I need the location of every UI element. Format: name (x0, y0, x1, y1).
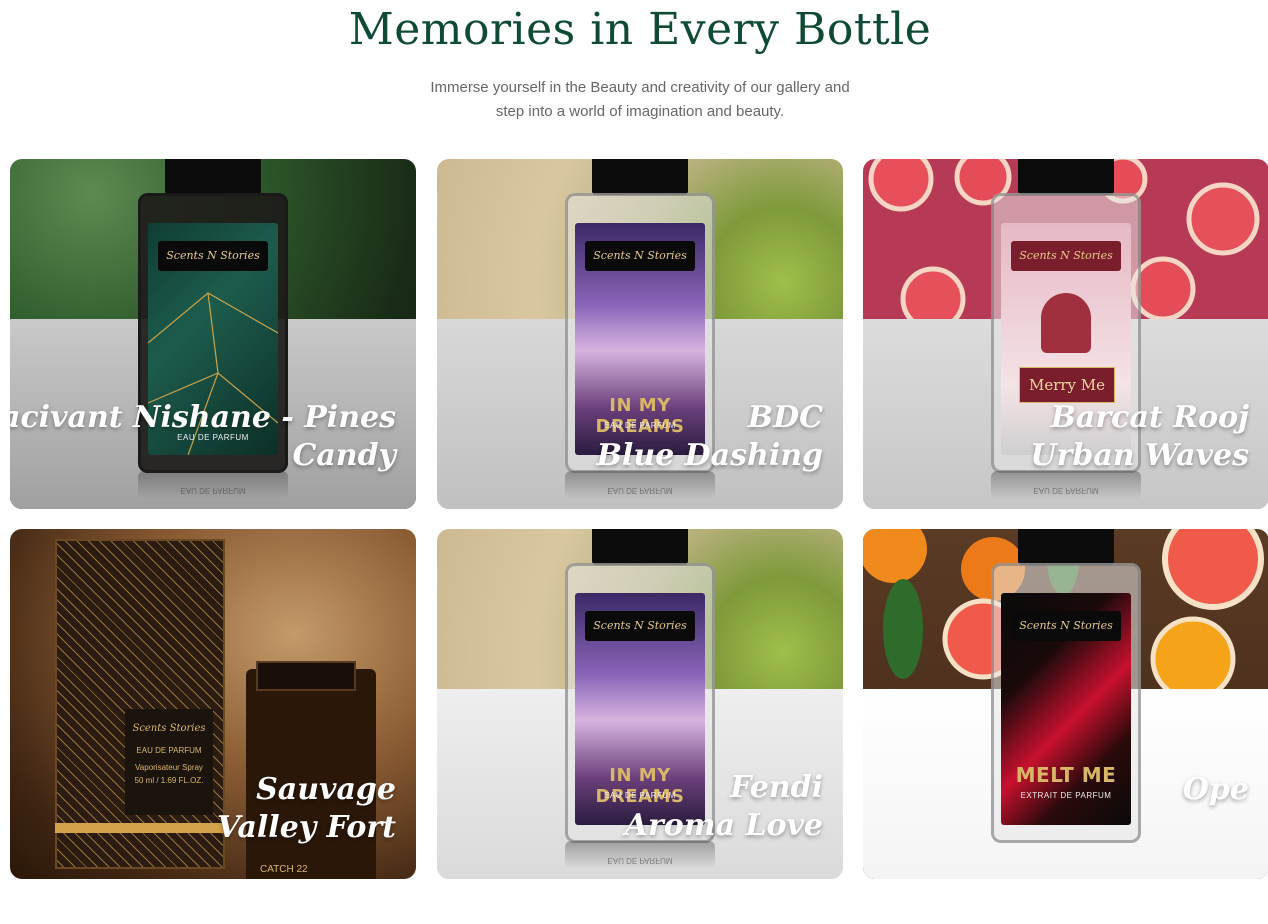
box-spray: Vaporisateur Spray (135, 763, 203, 772)
perfume-bottle: Scents N Stories MELT ME EXTRAIT DE PARF… (991, 529, 1141, 869)
card-title-line-2: Ope (1182, 772, 1249, 807)
card-title-line-2: Candy (292, 438, 396, 473)
bottle-brand: Scents N Stories (585, 611, 695, 641)
subtitle-line-2: step into a world of imagination and bea… (495, 103, 785, 120)
gallery-card-3[interactable]: Scents N Stories Merry Me EAU DE PARFUM … (863, 159, 1268, 509)
perfume-box: Scents Stories EAU DE PARFUM Vaporisateu… (55, 539, 225, 869)
card-title: BDC Blue Dashing (597, 399, 823, 475)
bottle-cap (165, 159, 261, 195)
bottle-cap (592, 159, 688, 195)
bottle-product-name: CATCH 22 (260, 864, 308, 875)
bottle-reflection: EAU DE PARFUM (138, 471, 288, 499)
bottle-cap (592, 529, 688, 565)
box-size: 50 ml / 1.69 FL.OZ. (134, 776, 204, 785)
card-title-line-2: Aroma Love (624, 808, 823, 843)
card-title: Barcat Rooj Urban Waves (1030, 399, 1249, 475)
bottle-reflection: EAU DE PARFUM (565, 841, 715, 869)
box-brand: Scents Stories (132, 723, 206, 734)
bottle-reflection: EAU DE PARFUM (565, 471, 715, 499)
box-type: EAU DE PARFUM (136, 746, 202, 755)
card-title-line-1: Barcat Rooj (1050, 400, 1249, 435)
bottle-brand: Scents N Stories (1011, 241, 1121, 271)
gallery-card-2[interactable]: Scents N Stories IN MY DREAMS EAU DE PAR… (437, 159, 843, 509)
card-title-line-2: Urban Waves (1030, 438, 1249, 473)
card-title: Sauvage Valley Fort (217, 771, 396, 847)
bottle-brand: Scents N Stories (585, 241, 695, 271)
box-gold-band (55, 823, 225, 833)
card-title-line-2: Valley Fort (216, 810, 396, 845)
card-title-line-1: BDC (747, 400, 823, 435)
section-heading: Memories in Every Bottle (348, 4, 932, 55)
gallery-card-4[interactable]: Scents Stories EAU DE PARFUM Vaporisateu… (10, 529, 416, 879)
card-title: Hacivant Nishane - Pines Candy (10, 399, 396, 475)
bottle-reflection: EAU DE PARFUM (991, 471, 1141, 499)
card-title-line-1: Fendi (730, 770, 823, 805)
bottle-cap (256, 661, 356, 691)
bottle-brand: Scents N Stories (1011, 611, 1121, 641)
bottle-product-name: Merry Me (1019, 367, 1115, 403)
card-title: Ope (1183, 771, 1249, 809)
bottle-cap (1018, 529, 1114, 565)
box-label: Scents Stories EAU DE PARFUM Vaporisateu… (125, 709, 213, 815)
section-subtitle: Immerse yourself in the Beauty and creat… (390, 76, 890, 124)
gallery-card-6[interactable]: Scents N Stories MELT ME EXTRAIT DE PARF… (863, 529, 1268, 879)
card-title-line-2: Blue Dashing (596, 438, 823, 473)
bottle-product-name: MELT ME (1015, 763, 1117, 787)
couple-illustration (1041, 293, 1091, 353)
card-title: Fendi Aroma Love (625, 769, 823, 845)
card-title-line-1: Hacivant Nishane - Pines (10, 400, 396, 435)
bottle-brand: Scents N Stories (158, 241, 268, 271)
bottle-cap (1018, 159, 1114, 195)
bottle-product-type: EXTRAIT DE PARFUM (1020, 791, 1112, 800)
gallery-card-1[interactable]: Scents N Stories EAU DE PARFUM EAU DE PA… (10, 159, 416, 509)
card-title-line-1: Sauvage (256, 772, 396, 807)
bottle-label: Scents N Stories MELT ME EXTRAIT DE PARF… (1001, 593, 1131, 825)
subtitle-line-1: Immerse yourself in the Beauty and creat… (430, 79, 850, 96)
gallery-card-5[interactable]: Scents N Stories IN MY DREAMS EAU DE PAR… (437, 529, 843, 879)
